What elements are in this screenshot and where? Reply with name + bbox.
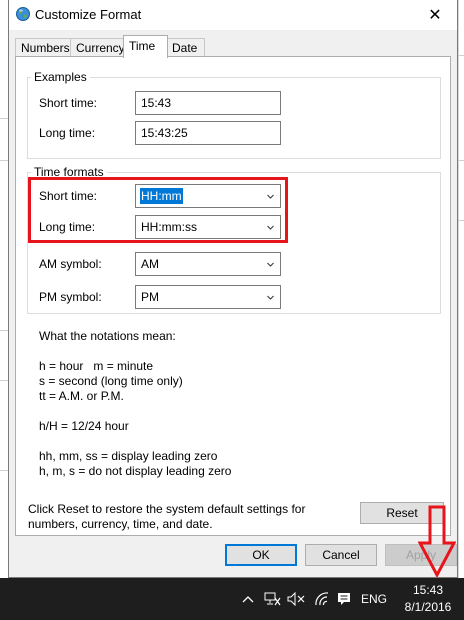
chevron-up-icon[interactable]: [240, 590, 256, 608]
notations-heading: What the notations mean:: [39, 329, 176, 343]
tab-numbers[interactable]: Numbers: [15, 38, 76, 57]
example-short-time-label: Short time:: [39, 96, 98, 110]
notation-ampm: tt = A.M. or P.M.: [39, 389, 124, 403]
network-icon[interactable]: [262, 590, 282, 608]
am-symbol-label: AM symbol:: [39, 257, 102, 271]
notation-leading-zero: hh, mm, ss = display leading zero: [39, 449, 218, 463]
reset-info-line1: Click Reset to restore the system defaul…: [28, 502, 306, 516]
globe-icon: [16, 7, 30, 21]
background-window-right: [458, 0, 464, 578]
notification-icon[interactable]: [335, 590, 353, 608]
notation-second: s = second (long time only): [39, 374, 183, 388]
examples-heading: Examples: [31, 70, 90, 84]
taskbar: ENG 15:43 8/1/2016: [0, 578, 464, 620]
annotation-highlight-box: [28, 177, 288, 243]
chevron-down-icon: [267, 262, 274, 267]
pm-symbol-dropdown[interactable]: PM: [135, 285, 281, 309]
volume-mute-icon[interactable]: [286, 590, 306, 608]
close-button[interactable]: ✕: [413, 0, 457, 30]
ok-button[interactable]: OK: [225, 544, 297, 566]
tab-currency[interactable]: Currency: [70, 38, 131, 57]
title-bar: Customize Format ✕: [9, 0, 457, 30]
example-short-time-field: 15:43: [135, 91, 281, 115]
close-icon: ✕: [428, 7, 442, 24]
language-indicator[interactable]: ENG: [360, 590, 388, 608]
window-title: Customize Format: [35, 7, 142, 22]
clock[interactable]: 15:43 8/1/2016: [398, 582, 458, 616]
example-long-time-label: Long time:: [39, 126, 96, 140]
reset-info-line2: numbers, currency, time, and date.: [28, 517, 213, 531]
examples-group: [27, 77, 441, 159]
notation-no-leading-zero: h, m, s = do not display leading zero: [39, 464, 232, 478]
pm-symbol-label: PM symbol:: [39, 290, 102, 304]
notation-hour-minute: h = hour m = minute: [39, 359, 154, 373]
clock-time: 15:43: [412, 583, 444, 597]
chevron-down-icon: [267, 295, 274, 300]
wifi-icon[interactable]: [312, 590, 332, 608]
annotation-arrow-down-icon: [418, 505, 456, 577]
tab-time[interactable]: Time: [123, 35, 168, 58]
pm-symbol-value: PM: [141, 290, 159, 304]
clock-date: 8/1/2016: [404, 600, 452, 614]
am-symbol-dropdown[interactable]: AM: [135, 252, 281, 276]
example-long-time-field: 15:43:25: [135, 121, 281, 145]
cancel-button[interactable]: Cancel: [305, 544, 377, 566]
notation-12-24: h/H = 12/24 hour: [39, 419, 129, 433]
customize-format-dialog: Customize Format ✕ Numbers Currency Time…: [8, 0, 458, 578]
am-symbol-value: AM: [141, 257, 159, 271]
tab-date[interactable]: Date: [166, 38, 205, 57]
